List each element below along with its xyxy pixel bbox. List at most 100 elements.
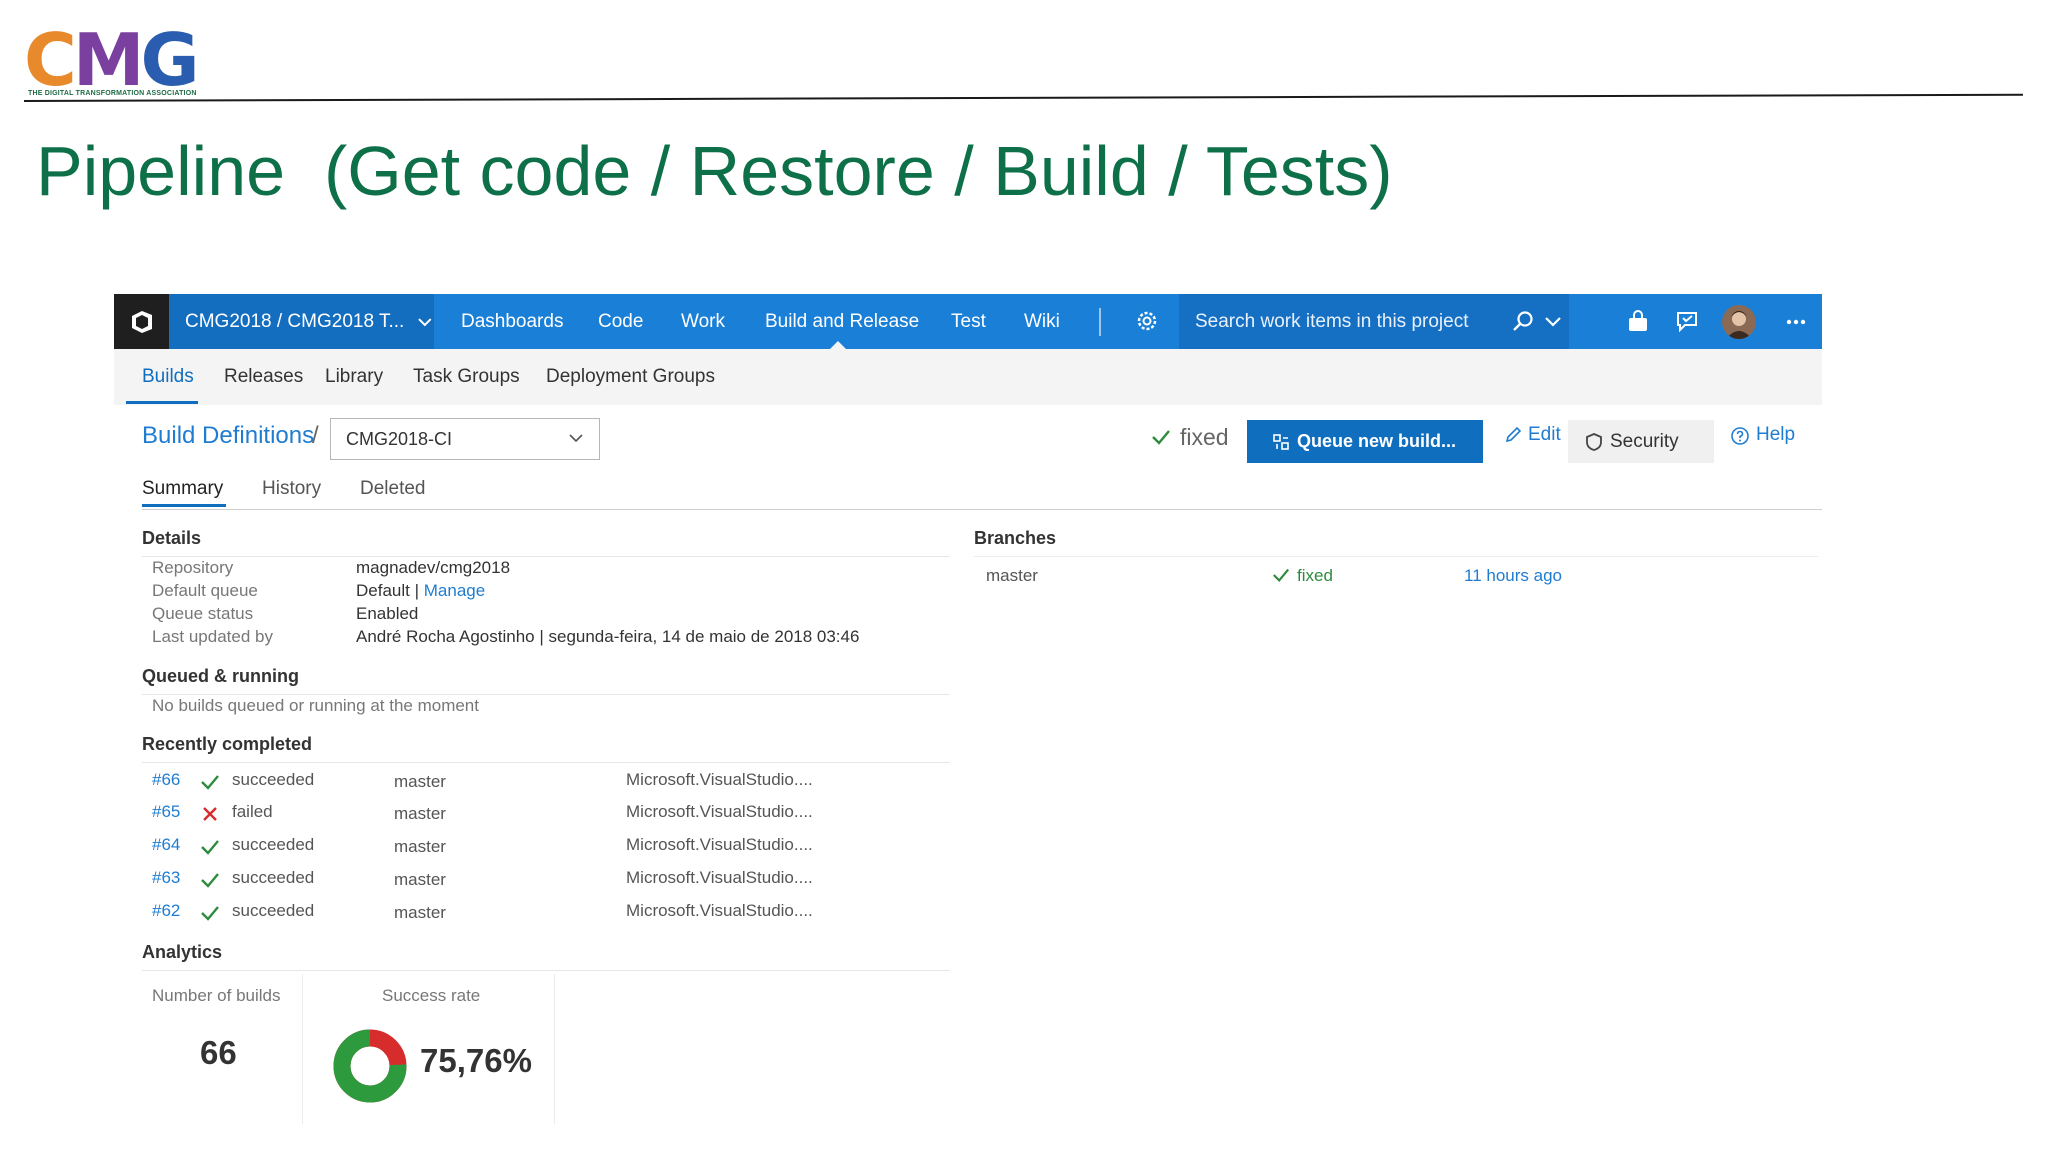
build-number-link[interactable]: #63 [152, 868, 180, 888]
build-status: succeeded [232, 901, 315, 920]
cmg-logo: CMG THE DIGITAL TRANSFORMATION ASSOCIATI… [24, 24, 204, 104]
queued-message: No builds queued or running at the momen… [152, 696, 479, 715]
recent-title: Recently completed [142, 734, 313, 754]
last-updated-user: André Rocha Agostinho [356, 627, 535, 646]
success-rate-value: 75,76% [420, 1042, 532, 1079]
avatar[interactable] [1722, 305, 1756, 339]
subnav-deployment-groups[interactable]: Deployment Groups [546, 349, 715, 405]
last-updated-label: Last updated by [152, 627, 273, 646]
chevron-down-icon[interactable] [1539, 308, 1567, 336]
search-input[interactable] [1195, 294, 1495, 349]
tabs-divider [142, 509, 1822, 510]
subnav-library[interactable]: Library [325, 349, 383, 405]
edit-label: Edit [1528, 424, 1561, 445]
recent-divider [142, 762, 950, 763]
build-number-link[interactable]: #66 [152, 770, 180, 790]
tab-active-indicator [142, 504, 226, 507]
build-status: succeeded [232, 835, 315, 854]
pencil-icon [1505, 426, 1522, 443]
search-icon[interactable] [1509, 308, 1537, 336]
check-icon [1273, 568, 1290, 582]
breadcrumb-build-definitions[interactable]: Build Definitions [142, 422, 314, 450]
x-icon [203, 807, 217, 821]
project-switcher[interactable]: CMG2018 / CMG2018 T... [169, 294, 434, 349]
build-branch: master [394, 870, 446, 889]
help-button[interactable]: Help [1728, 424, 1795, 446]
build-definition: Microsoft.VisualStudio.... [626, 835, 813, 854]
definition-status: fixed [1150, 424, 1229, 451]
build-status: failed [232, 802, 273, 821]
branch-time-link[interactable]: 11 hours ago [1464, 566, 1562, 586]
queue-new-build-label: Queue new build... [1297, 431, 1457, 451]
definition-select-value: CMG2018-CI [346, 429, 453, 449]
details-divider [142, 556, 950, 557]
build-definition: Microsoft.VisualStudio.... [626, 868, 813, 887]
queue-status-label: Queue status [152, 604, 254, 623]
build-row[interactable]: #65 failed master Microsoft.VisualStudio… [142, 796, 962, 828]
search-box [1179, 294, 1569, 349]
build-definition: Microsoft.VisualStudio.... [626, 770, 813, 789]
build-number-link[interactable]: #64 [152, 835, 180, 855]
build-definition: Microsoft.VisualStudio.... [626, 802, 813, 821]
tab-summary[interactable]: Summary [142, 478, 223, 500]
gear-icon[interactable] [1134, 308, 1160, 334]
nav-divider [1099, 308, 1101, 336]
repository-label: Repository [152, 558, 234, 577]
build-branch: master [394, 903, 446, 922]
build-number-link[interactable]: #65 [152, 802, 180, 822]
success-rate-donut [333, 1029, 407, 1103]
security-button[interactable]: Security [1568, 420, 1714, 463]
build-number-link[interactable]: #62 [152, 901, 180, 921]
definition-select[interactable]: CMG2018-CI [330, 418, 600, 460]
check-icon [201, 906, 219, 921]
security-label: Security [1610, 431, 1679, 452]
sub-navigation: Builds Releases Library Task Groups Depl… [114, 349, 1822, 405]
feedback-icon[interactable] [1673, 308, 1701, 336]
number-of-builds-label: Number of builds [152, 986, 281, 1005]
logo-letters: CMG [24, 18, 200, 102]
manage-queue-link[interactable]: Manage [424, 581, 485, 600]
build-row[interactable]: #66 succeeded master Microsoft.VisualStu… [142, 764, 962, 796]
queue-new-build-button[interactable]: Queue new build... [1247, 420, 1483, 463]
check-icon [201, 873, 219, 888]
branch-status: fixed [1272, 566, 1333, 586]
build-definition: Microsoft.VisualStudio.... [626, 901, 813, 920]
build-status: succeeded [232, 868, 315, 887]
vsts-logo-icon[interactable] [114, 294, 169, 349]
success-rate-label: Success rate [382, 986, 481, 1005]
nav-work[interactable]: Work [681, 294, 725, 349]
queued-title: Queued & running [142, 666, 299, 686]
tab-history[interactable]: History [262, 478, 321, 500]
active-nav-indicator [830, 341, 846, 349]
queue-status-value: Enabled [356, 604, 419, 623]
shield-icon [1586, 433, 1602, 451]
build-row[interactable]: #63 succeeded master Microsoft.VisualStu… [142, 862, 962, 894]
nav-test[interactable]: Test [951, 294, 986, 349]
analytics-divider [142, 970, 950, 971]
check-icon [201, 775, 219, 790]
build-branch: master [394, 804, 446, 823]
slide-divider [23, 93, 2023, 102]
build-row[interactable]: #62 succeeded master Microsoft.VisualStu… [142, 895, 962, 927]
branches-title: Branches [974, 528, 1057, 548]
top-navigation-bar: CMG2018 / CMG2018 T... Dashboards Code W… [114, 294, 1822, 349]
nav-dashboards[interactable]: Dashboards [461, 294, 563, 349]
chevron-down-icon [418, 317, 432, 326]
subnav-builds[interactable]: Builds [142, 349, 194, 405]
default-queue-value: Default | Manage [356, 581, 485, 601]
nav-wiki[interactable]: Wiki [1024, 294, 1060, 349]
nav-code[interactable]: Code [598, 294, 643, 349]
more-options-icon[interactable] [1782, 308, 1810, 336]
subnav-releases[interactable]: Releases [224, 349, 303, 405]
build-row[interactable]: #64 succeeded master Microsoft.VisualStu… [142, 829, 962, 861]
subnav-task-groups[interactable]: Task Groups [413, 349, 520, 405]
vsts-window: CMG2018 / CMG2018 T... Dashboards Code W… [114, 294, 1822, 1134]
check-icon [201, 840, 219, 855]
marketplace-bag-icon[interactable] [1624, 308, 1652, 336]
tab-deleted[interactable]: Deleted [360, 478, 426, 500]
edit-button[interactable]: Edit [1502, 424, 1561, 446]
last-updated-value: André Rocha Agostinho | segunda-feira, 1… [356, 627, 859, 647]
default-queue-name: Default [356, 581, 410, 600]
details-title: Details [142, 528, 202, 548]
slide-title: Pipeline (Get code / Restore / Build / T… [36, 132, 1393, 210]
